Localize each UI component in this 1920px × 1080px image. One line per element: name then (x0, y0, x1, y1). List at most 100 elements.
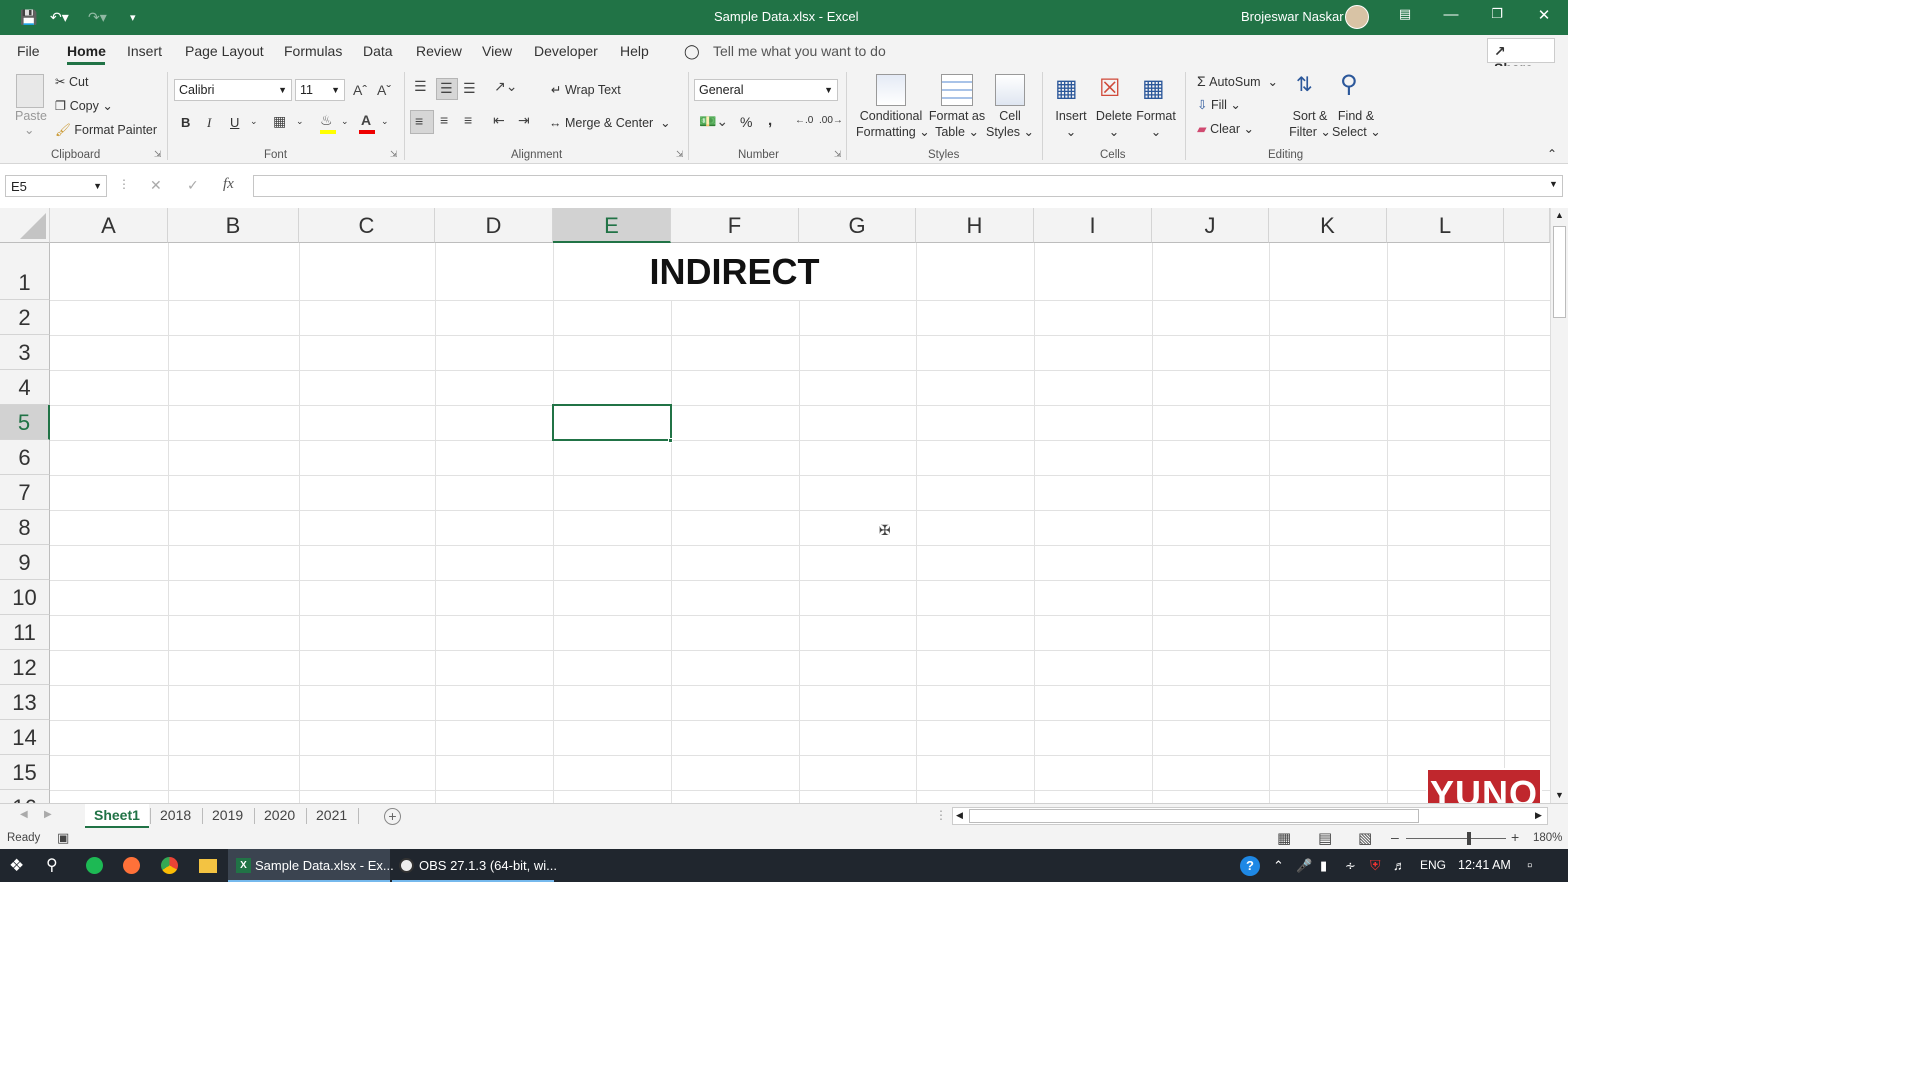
selected-cell-e5[interactable] (552, 404, 672, 441)
percent-button[interactable]: % (740, 114, 752, 130)
column-header-i[interactable]: I (1034, 208, 1152, 243)
wifi-icon[interactable]: ∻ (1345, 849, 1356, 882)
accounting-format-icon[interactable]: 💵⌄ (699, 113, 728, 130)
row-header-6[interactable]: 6 (0, 440, 50, 475)
tab-split-handle[interactable]: ⋮ (935, 808, 947, 822)
sheet-tab-sheet1[interactable]: Sheet1 (85, 804, 149, 828)
delete-cells-button[interactable]: Delete⌄ (1094, 108, 1134, 140)
scroll-left-icon[interactable]: ◀ (956, 810, 963, 821)
normal-view-icon[interactable]: ▦ (1277, 829, 1291, 847)
antivirus-icon[interactable]: ⛨ (1370, 849, 1381, 882)
minimize-icon[interactable]: — (1436, 6, 1466, 23)
share-button[interactable]: ↗ Share (1487, 38, 1555, 63)
underline-dropdown-icon[interactable]: ⌄ (250, 116, 258, 127)
font-size-select[interactable]: 11▼ (295, 79, 345, 101)
column-header-b[interactable]: B (168, 208, 299, 243)
volume-icon[interactable]: ♬ (1393, 849, 1406, 882)
align-center-icon[interactable]: ≡ (440, 112, 448, 128)
number-launcher-icon[interactable]: ⇲ (834, 149, 842, 160)
enter-icon[interactable]: ✓ (187, 177, 199, 194)
column-header-j[interactable]: J (1152, 208, 1269, 243)
format-as-table-button[interactable]: Format asTable ⌄ (927, 108, 987, 140)
search-icon[interactable]: ⚲ (46, 849, 58, 882)
name-box[interactable]: E5▼ (5, 175, 107, 197)
format-painter-button[interactable]: 🖌 Format Painter (55, 123, 157, 138)
underline-button[interactable]: U (230, 115, 239, 130)
row-header-13[interactable]: 13 (0, 685, 50, 720)
decrease-decimal-icon[interactable]: .00→ (819, 115, 843, 126)
font-launcher-icon[interactable]: ⇲ (390, 149, 398, 160)
tab-data[interactable]: Data (363, 43, 393, 59)
language-indicator[interactable]: ENG (1420, 849, 1446, 882)
ribbon-display-icon[interactable]: ▤ (1390, 6, 1420, 22)
column-header-h[interactable]: H (916, 208, 1034, 243)
tab-formulas[interactable]: Formulas (284, 43, 342, 59)
zoom-in-icon[interactable]: + (1511, 829, 1519, 845)
merge-center-button[interactable]: ↔ Merge & Center ⌄ (549, 115, 671, 130)
copy-button[interactable]: ❐ Copy ⌄ (55, 98, 113, 113)
firefox-icon[interactable] (123, 857, 140, 874)
scroll-up-icon[interactable]: ▲ (1555, 210, 1564, 220)
row-header-10[interactable]: 10 (0, 580, 50, 615)
bold-button[interactable]: B (181, 115, 190, 130)
sheet-tab-2019[interactable]: 2019 (204, 804, 251, 828)
tab-developer[interactable]: Developer (534, 43, 598, 59)
align-bottom-icon[interactable]: ☰ (463, 80, 476, 97)
page-layout-view-icon[interactable]: ▤ (1318, 829, 1332, 847)
comma-button[interactable]: , (768, 112, 772, 129)
tab-help[interactable]: Help (620, 43, 649, 59)
vertical-scroll-thumb[interactable] (1553, 226, 1566, 318)
tell-me-search[interactable]: Tell me what you want to do (713, 43, 886, 59)
battery-icon[interactable]: ▮ (1320, 849, 1327, 882)
fill-button[interactable]: ⇩ Fill ⌄ (1197, 97, 1241, 112)
customize-qat-icon[interactable]: ▾ (130, 11, 136, 24)
taskbar-obs-window[interactable]: OBS 27.1.3 (64-bit, wi... (392, 849, 554, 882)
decrease-font-icon[interactable]: Aˇ (377, 82, 391, 98)
clear-button[interactable]: ▰ Clear ⌄ (1197, 121, 1254, 136)
column-header-g[interactable]: G (799, 208, 916, 243)
formula-input[interactable] (253, 175, 1563, 197)
redo-icon[interactable]: ↷▾ (88, 9, 107, 26)
fill-color-icon[interactable]: ♨ (320, 112, 333, 129)
close-icon[interactable]: ✕ (1529, 6, 1559, 24)
merged-title-cell[interactable]: INDIRECT (553, 243, 916, 300)
zoom-slider-thumb[interactable] (1467, 832, 1471, 845)
increase-indent-icon[interactable]: ⇥ (518, 112, 530, 129)
row-header-1[interactable]: 1 (0, 243, 50, 300)
column-header-c[interactable]: C (299, 208, 435, 243)
expand-formula-icon[interactable]: ▼ (1549, 179, 1558, 189)
row-header-12[interactable]: 12 (0, 650, 50, 685)
sheet-tab-2021[interactable]: 2021 (308, 804, 355, 828)
tab-view[interactable]: View (482, 43, 512, 59)
restore-icon[interactable]: ❐ (1482, 6, 1512, 22)
decrease-indent-icon[interactable]: ⇤ (493, 112, 505, 129)
font-color-icon[interactable]: A (361, 112, 371, 128)
scroll-right-icon[interactable]: ▶ (1535, 810, 1542, 821)
paste-dropdown-icon[interactable]: ⌄ (24, 122, 34, 137)
cut-button[interactable]: ✂ Cut (55, 74, 88, 89)
sheet-tab-2020[interactable]: 2020 (256, 804, 303, 828)
avatar[interactable] (1345, 5, 1369, 29)
alignment-launcher-icon[interactable]: ⇲ (676, 149, 684, 160)
tab-home[interactable]: Home (67, 43, 106, 59)
user-name[interactable]: Brojeswar Naskar (1241, 9, 1344, 24)
save-icon[interactable]: 💾 (20, 9, 37, 26)
column-header-f[interactable]: F (671, 208, 799, 243)
fill-dropdown-icon[interactable]: ⌄ (341, 116, 349, 127)
column-header-e[interactable]: E (553, 208, 671, 243)
notifications-icon[interactable]: ▫ (1527, 849, 1532, 882)
borders-dropdown-icon[interactable]: ⌄ (296, 116, 304, 127)
windows-start-icon[interactable]: ❖ (9, 849, 24, 882)
row-header-5[interactable]: 5 (0, 405, 50, 440)
insert-function-button[interactable]: fx (223, 176, 234, 193)
next-sheet-icon[interactable]: ▶ (44, 809, 52, 820)
scroll-down-icon[interactable]: ▼ (1555, 790, 1564, 800)
macro-recording-icon[interactable]: ▣ (57, 830, 69, 846)
column-header-l[interactable]: L (1387, 208, 1504, 243)
add-sheet-icon[interactable]: + (384, 808, 401, 825)
tab-file[interactable]: File (17, 43, 40, 59)
zoom-level[interactable]: 180% (1533, 832, 1562, 844)
select-all-corner[interactable] (0, 208, 50, 243)
align-right-icon[interactable]: ≡ (464, 112, 472, 128)
fill-handle[interactable] (668, 438, 673, 443)
